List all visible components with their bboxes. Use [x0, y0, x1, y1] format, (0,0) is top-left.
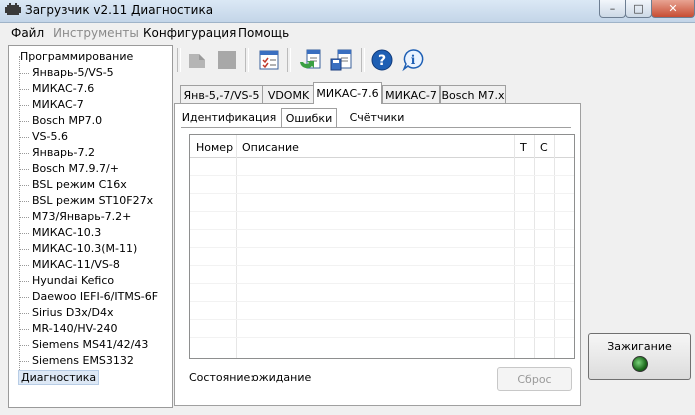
tree-item[interactable]: Sirius D3x/D4x	[19, 306, 113, 319]
row-divider	[190, 319, 574, 320]
menu-tools[interactable]: Инструменты	[53, 26, 139, 40]
tree-item[interactable]: M73/Январь-7.2+	[19, 210, 131, 223]
save-button[interactable]	[329, 48, 353, 72]
table-header: Номер Описание T C	[190, 135, 574, 158]
tab-bosch-m7x[interactable]: Bosch M7.x	[440, 85, 506, 104]
row-divider	[190, 193, 574, 194]
tree-item[interactable]: Bosch MP7.0	[19, 114, 102, 127]
stop-button[interactable]	[215, 48, 239, 72]
maximize-button[interactable]: □	[625, 0, 652, 18]
toolbar-separator	[177, 48, 181, 72]
tab-mikas-7-6[interactable]: МИКАС-7.6	[313, 82, 382, 104]
row-divider	[190, 301, 574, 302]
svg-text:i: i	[411, 53, 416, 67]
row-divider	[190, 337, 574, 338]
tab-panel: Идентификация Ошибки Счётчики Номер Опис…	[174, 103, 581, 406]
ignition-led-icon	[632, 356, 648, 372]
tree-item[interactable]: Siemens EMS3132	[20, 354, 134, 367]
toolbar-separator	[245, 48, 249, 72]
toolbar-separator	[287, 48, 291, 72]
title-bar: Загрузчик v2.11 Диагностика – □ ✕	[0, 0, 695, 23]
row-divider	[190, 229, 574, 230]
subtab-counters[interactable]: Счётчики	[341, 108, 413, 127]
subtab-identification[interactable]: Идентификация	[182, 108, 277, 127]
subtab-errors[interactable]: Ошибки	[281, 108, 337, 128]
tab-jan5[interactable]: Янв-5,-7/VS-5	[180, 85, 263, 104]
ecu-tabs: Янв-5,-7/VS-5 VDOMK МИКАС-7.6 МИКАС-7 Bo…	[172, 82, 581, 406]
reset-button[interactable]: Сброс	[497, 367, 572, 391]
column-description[interactable]: Описание	[242, 141, 299, 154]
row-divider	[190, 283, 574, 284]
tree-item[interactable]: BSL режим C16x	[20, 178, 127, 191]
tree-item[interactable]: Siemens MS41/42/43	[19, 338, 148, 351]
tree-item[interactable]: MR-140/HV-240	[19, 322, 117, 335]
menu-file[interactable]: Файл	[11, 26, 44, 40]
tree-item[interactable]: МИКАС-7	[20, 98, 84, 111]
info-button[interactable]: i	[401, 48, 425, 72]
load-button[interactable]	[298, 48, 322, 72]
tree-item-diagnostics[interactable]: Диагностика	[18, 370, 100, 385]
device-tree: Программирование Январь-5/VS-5 МИКАС-7.6…	[8, 45, 173, 408]
row-divider	[190, 247, 574, 248]
ignition-button[interactable]: Зажигание	[588, 333, 691, 380]
toolbar: ? i	[177, 45, 437, 75]
menu-help[interactable]: Помощь	[238, 26, 289, 40]
toolbar-separator	[361, 48, 365, 72]
tab-vdomk[interactable]: VDOMK	[262, 85, 315, 104]
errors-table[interactable]: Номер Описание T C	[189, 134, 575, 359]
read-button[interactable]	[185, 48, 209, 72]
tree-root-programming[interactable]: Программирование	[20, 50, 133, 63]
tree-item[interactable]: Bosch M7.9.7/+	[20, 162, 119, 175]
close-button[interactable]: ✕	[651, 0, 695, 18]
save-icon	[330, 49, 352, 71]
stop-icon	[218, 51, 236, 69]
help-button[interactable]: ?	[370, 48, 394, 72]
tree-item[interactable]: МИКАС-10.3(M-11)	[19, 242, 137, 255]
load-icon	[300, 49, 321, 69]
tree-item[interactable]: Hyundai Kefico	[19, 274, 114, 287]
status-value: ожидание	[252, 371, 312, 384]
menu-bar: Файл Инструменты Конфигурация Помощь	[0, 23, 695, 42]
info-icon: i	[402, 49, 424, 72]
window-title: Загрузчик v2.11 Диагностика	[25, 3, 214, 17]
column-number[interactable]: Номер	[196, 141, 233, 154]
tree-item[interactable]: МИКАС-10.3	[19, 226, 101, 239]
main-window: Загрузчик v2.11 Диагностика – □ ✕ Файл И…	[0, 0, 695, 415]
checklist-icon	[259, 50, 279, 70]
column-t[interactable]: T	[520, 141, 527, 154]
menu-configuration[interactable]: Конфигурация	[143, 26, 236, 40]
tree-item[interactable]: Январь-5/VS-5	[20, 66, 114, 79]
row-divider	[190, 175, 574, 176]
tree-item[interactable]: BSL режим ST10F27x	[19, 194, 153, 207]
tab-mikas-7[interactable]: МИКАС-7	[382, 85, 440, 104]
help-icon: ?	[371, 49, 393, 71]
app-icon	[5, 3, 21, 15]
row-divider	[190, 211, 574, 212]
subtab-divider	[181, 127, 571, 128]
svg-text:?: ?	[378, 53, 386, 69]
tree-item[interactable]: Daewoo IEFI-6/ITMS-6F	[19, 290, 158, 303]
ignition-label: Зажигание	[607, 340, 672, 353]
row-divider	[190, 265, 574, 266]
read-icon	[189, 54, 205, 68]
status-label: Состояние:	[189, 371, 255, 384]
tree-item[interactable]: VS-5.6	[20, 130, 68, 143]
tree-item[interactable]: МИКАС-7.6	[19, 82, 94, 95]
tree-item[interactable]: МИКАС-11/VS-8	[20, 258, 120, 271]
column-c[interactable]: C	[540, 141, 548, 154]
minimize-button[interactable]: –	[599, 0, 626, 18]
tree-item[interactable]: Январь-7.2	[20, 146, 95, 159]
identify-button[interactable]	[257, 48, 281, 72]
